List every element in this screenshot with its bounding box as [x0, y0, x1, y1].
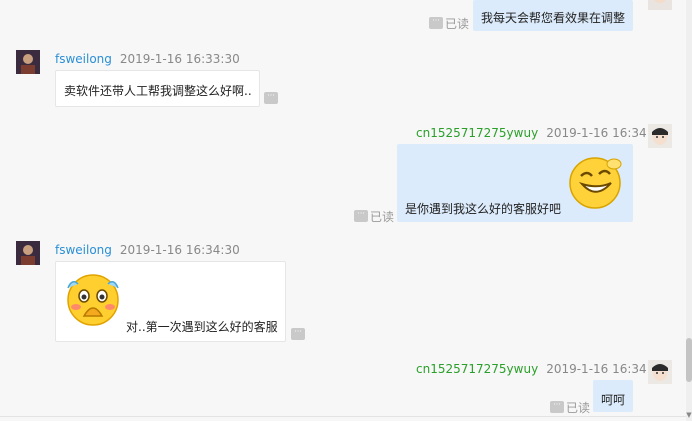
more-options-button[interactable]: ··· [354, 210, 368, 222]
message-header: fsweilong 2019-1-16 16:34:30 [55, 243, 240, 257]
message-header: cn1525717275ywuy 2019-1-16 16:34:43 [416, 362, 666, 376]
sender-name[interactable]: fsweilong [55, 52, 112, 66]
avatar[interactable] [648, 124, 672, 148]
message-text: 卖软件还带人工帮我调整这么好啊.. [64, 84, 252, 98]
sender-name[interactable]: cn1525717275ywuy [416, 362, 538, 376]
more-options-button[interactable]: ··· [291, 328, 305, 340]
sender-name[interactable]: cn1525717275ywuy [416, 126, 538, 140]
avatar[interactable] [16, 50, 40, 74]
message-header: cn1525717275ywuy 2019-1-16 16:34:10 [416, 126, 666, 140]
message-text: 呵呵 [601, 393, 626, 407]
message-header: fsweilong 2019-1-16 16:33:30 [55, 52, 240, 66]
scroll-down-arrow-icon[interactable]: ▼ [686, 411, 692, 419]
bottom-divider [0, 416, 686, 417]
message-text: 对..第一次遇到这么好的客服 [126, 320, 278, 334]
more-options-button[interactable]: ··· [264, 92, 278, 104]
message-text: 我每天会帮您看效果在调整 [481, 11, 626, 25]
message-bubble-left: 对..第一次遇到这么好的客服 [55, 261, 286, 342]
read-status: 已读 [445, 17, 470, 31]
avatar[interactable] [648, 360, 672, 384]
message-text: 是你遇到我这么好的客服好吧 [405, 202, 562, 216]
sender-name[interactable]: fsweilong [55, 243, 112, 257]
timestamp: 2019-1-16 16:34:30 [119, 243, 240, 257]
grinning-wink-emoji [568, 154, 624, 210]
scrollbar-thumb[interactable] [686, 338, 692, 382]
message-bubble-right: 呵呵 [593, 380, 633, 412]
avatar[interactable] [16, 241, 40, 265]
more-options-button[interactable]: ··· [429, 17, 443, 29]
read-status: 已读 [370, 210, 395, 224]
message-bubble-right: 我每天会帮您看效果在调整 [473, 0, 633, 31]
read-status: 已读 [566, 401, 591, 415]
avatar [648, 0, 672, 10]
shy-blush-emoji [64, 270, 122, 328]
message-bubble-right: 是你遇到我这么好的客服好吧 [397, 144, 633, 222]
timestamp: 2019-1-16 16:33:30 [119, 52, 240, 66]
more-options-button[interactable]: ··· [550, 401, 564, 413]
message-bubble-left: 卖软件还带人工帮我调整这么好啊.. [55, 70, 260, 107]
